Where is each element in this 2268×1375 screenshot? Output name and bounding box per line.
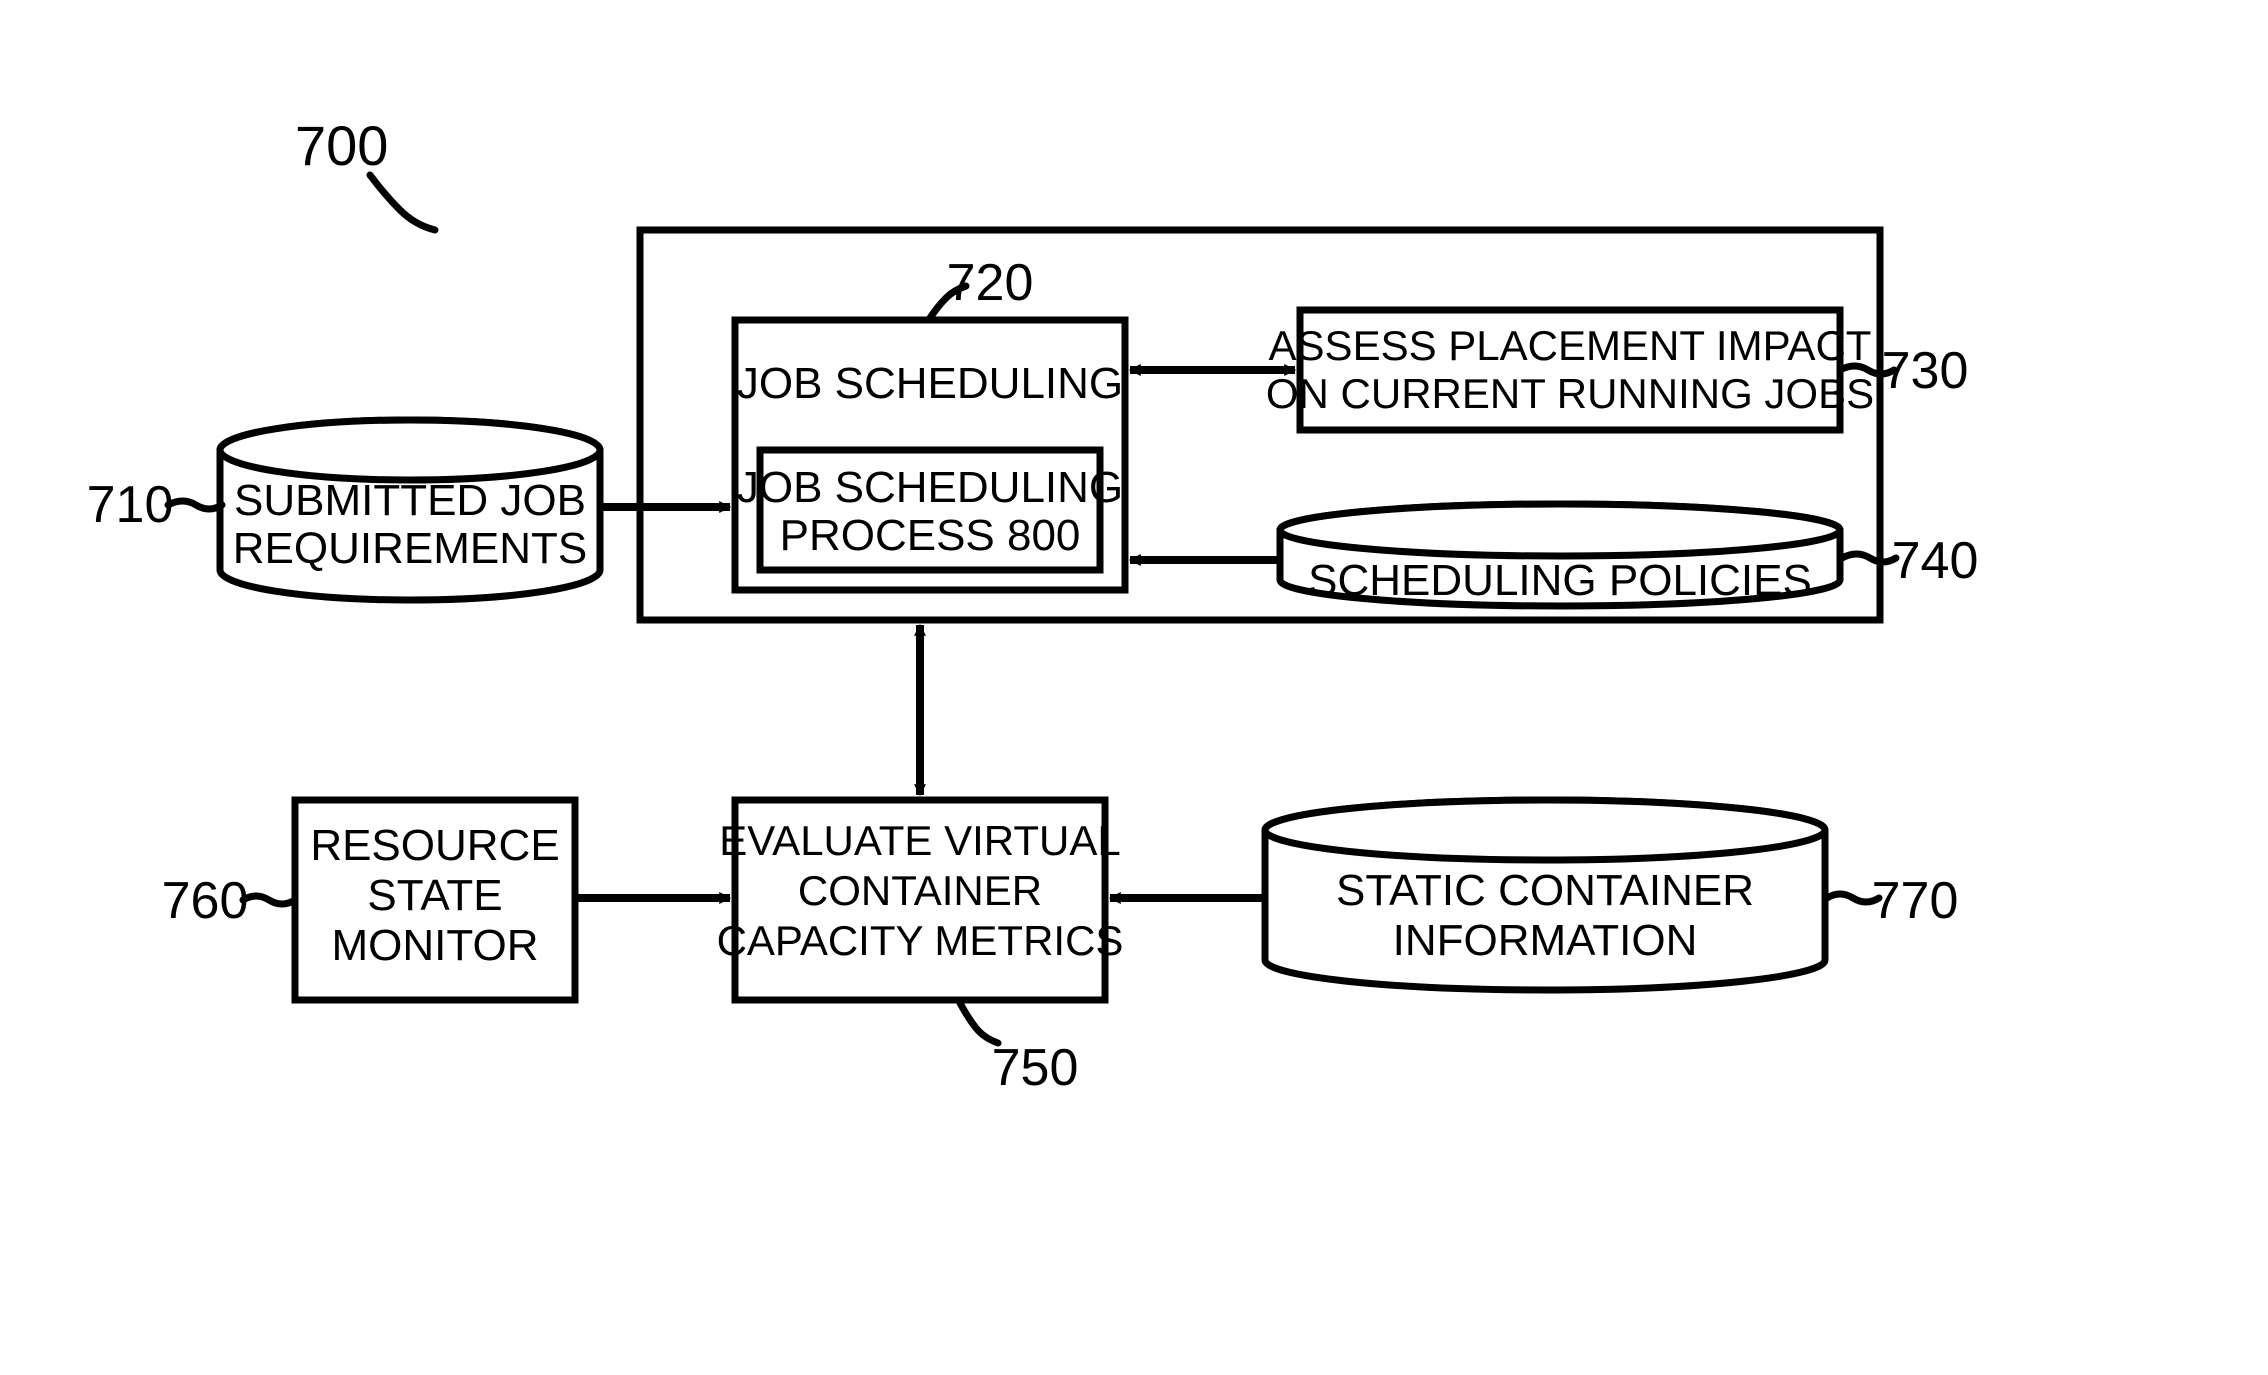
ref-720: 720	[947, 254, 1034, 312]
job-scheduling-label: JOB SCHEDULING	[737, 359, 1123, 408]
evaluate-label-l1: EVALUATE VIRTUAL	[719, 817, 1120, 864]
evaluate-metrics-box: EVALUATE VIRTUAL CONTAINER CAPACITY METR…	[717, 800, 1124, 1000]
submitted-job-requirements-cylinder: SUBMITTED JOB REQUIREMENTS	[220, 420, 600, 600]
static-container-cylinder: STATIC CONTAINER INFORMATION	[1265, 800, 1825, 990]
assess-placement-label-l1: ASSESS PLACEMENT IMPACT	[1269, 322, 1872, 369]
evaluate-label-l3: CAPACITY METRICS	[717, 917, 1124, 964]
static-container-l1: STATIC CONTAINER	[1336, 866, 1754, 915]
ref-770: 770	[1872, 872, 1959, 930]
resource-state-monitor-l1: RESOURCE	[310, 821, 559, 870]
squiggle-740	[1842, 554, 1896, 562]
ref-750: 750	[992, 1039, 1079, 1097]
scheduling-policies-label: SCHEDULING POLICIES	[1308, 556, 1812, 605]
resource-state-monitor-box: RESOURCE STATE MONITOR	[295, 800, 575, 1000]
resource-state-monitor-l3: MONITOR	[332, 921, 539, 970]
squiggle-760	[243, 896, 295, 904]
job-scheduling-box: JOB SCHEDULING JOB SCHEDULING PROCESS 80…	[735, 320, 1125, 590]
job-scheduling-process-label-l2: PROCESS 800	[780, 511, 1081, 560]
static-container-l2: INFORMATION	[1393, 916, 1698, 965]
submitted-job-requirements-label-l2: REQUIREMENTS	[233, 524, 587, 573]
ref-700: 700	[295, 114, 388, 177]
resource-state-monitor-l2: STATE	[367, 871, 502, 920]
assess-placement-label-l2: ON CURRENT RUNNING JOBS	[1266, 370, 1874, 417]
squiggle-750	[960, 1003, 998, 1043]
squiggle-710	[168, 501, 222, 509]
squiggle-700	[370, 175, 435, 230]
submitted-job-requirements-label-l1: SUBMITTED JOB	[234, 476, 586, 525]
ref-740: 740	[1892, 532, 1979, 590]
scheduling-policies-cylinder: SCHEDULING POLICIES	[1280, 504, 1840, 606]
job-scheduling-process-label-l1: JOB SCHEDULING	[737, 463, 1123, 512]
ref-760: 760	[162, 872, 249, 930]
evaluate-label-l2: CONTAINER	[798, 867, 1042, 914]
ref-710: 710	[87, 476, 174, 534]
assess-placement-box: ASSESS PLACEMENT IMPACT ON CURRENT RUNNI…	[1266, 310, 1874, 430]
